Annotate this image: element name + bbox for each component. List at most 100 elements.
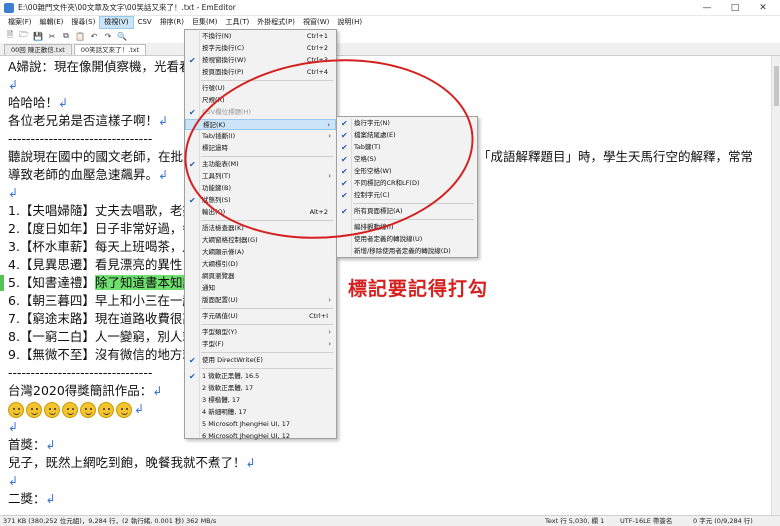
- view-menu-item[interactable]: 不換行(N) Ctrl+1: [185, 31, 336, 42]
- app-icon: [4, 2, 14, 13]
- view-menu-item[interactable]: 6 Microsoft JhengHei UI, 12: [185, 431, 336, 442]
- text-line: 1.【夫唱婦隨】丈夫去唱歌，老婆: [8, 203, 195, 218]
- text-line: 2.【度日如年】日子非常好過，每: [8, 221, 195, 236]
- status-bar: 371 KB (380,252 位元組)，9,284 行，(2 執行緒, 0.0…: [0, 515, 780, 526]
- menu-tools[interactable]: 工具(T): [222, 16, 254, 29]
- view-menu-item-label: 按字元換行(C): [202, 44, 245, 52]
- view-menu-item-label: 版面配置(U): [202, 296, 238, 304]
- search-highlight: 除了知道書本知識: [94, 275, 195, 290]
- return-mark: ↲: [8, 78, 19, 92]
- view-menu-item[interactable]: 版面配置(U) ›: [185, 295, 336, 306]
- vertical-scrollbar[interactable]: [771, 56, 780, 515]
- minimize-icon[interactable]: —: [693, 0, 721, 16]
- menu-macros[interactable]: 巨集(M): [188, 16, 222, 29]
- shortcut-label: Ctrl+2: [306, 44, 328, 52]
- view-menu-item-label: 4 新細明體, 17: [202, 408, 247, 416]
- view-menu-item-label: 不換行(N): [202, 32, 232, 40]
- new-file-icon[interactable]: 🗎: [4, 30, 16, 42]
- smiley-emoji: [80, 401, 96, 418]
- menu-view[interactable]: 檢視(V): [99, 16, 134, 29]
- view-menu-item[interactable]: 5 Microsoft JhengHei UI, 17: [185, 419, 336, 430]
- text-line: 聽說現在國中的國文老師，在批改: [8, 149, 196, 164]
- text-line: ↲: [8, 420, 19, 434]
- marks-submenu-item[interactable]: 使用者定義的轉說線(U): [337, 234, 477, 245]
- status-encoding[interactable]: UTF-16LE 帶簽名: [620, 516, 672, 526]
- text-line: --------------------------------: [8, 365, 153, 380]
- menu-bar: 檔案(F) 編輯(E) 搜尋(S) 檢視(V) CSV 排序(R) 巨集(M) …: [0, 16, 780, 29]
- submenu-arrow-icon: ›: [328, 340, 331, 348]
- checkmark-icon: ✔: [189, 56, 196, 65]
- view-menu-item[interactable]: ✔ 使用 DirectWrite(E): [185, 355, 336, 366]
- marks-submenu-item[interactable]: 新增/移除使用者定義的轉說線(D): [337, 246, 477, 257]
- text-line: 「成語解釋題目」時，學生天馬行空的解釋，常常: [478, 149, 754, 164]
- menu-window[interactable]: 視窗(W): [299, 16, 333, 29]
- menu-sort[interactable]: 排序(R): [156, 16, 188, 29]
- checkmark-icon: ✔: [189, 372, 196, 381]
- view-menu-item[interactable]: 通知: [185, 283, 336, 294]
- smiley-emoji: [8, 401, 24, 418]
- redo-icon[interactable]: ↷: [102, 31, 114, 42]
- menu-search[interactable]: 搜尋(S): [67, 16, 99, 29]
- status-position[interactable]: Text 行 5,030, 欄 1: [545, 516, 604, 526]
- view-menu-item[interactable]: ✔ 1 微軟正黑體, 16.5: [185, 371, 336, 382]
- tab-document-2[interactable]: 00笑話又來了！.txt: [73, 44, 147, 55]
- toolbar: 🗎 🗁 💾 ✂ ⧉ 📋 ↶ ↷ 🔍: [0, 29, 780, 43]
- view-menu-item[interactable]: 3 標楷體, 17: [185, 395, 336, 406]
- view-menu-item[interactable]: 網頁瀏覽器: [185, 271, 336, 282]
- close-icon[interactable]: ✕: [749, 0, 777, 16]
- view-menu-item[interactable]: 大綱標引(D): [185, 259, 336, 270]
- open-folder-icon[interactable]: 🗁: [18, 30, 30, 42]
- view-menu-item-label: 行號(U): [202, 84, 225, 92]
- marks-submenu-item-label: 新增/移除使用者定義的轉說線(D): [354, 247, 451, 255]
- tab-document-1[interactable]: 00回 陳正歡信.txt: [4, 44, 72, 55]
- menu-help[interactable]: 說明(H): [333, 16, 366, 29]
- emoji-line: ↲: [8, 400, 144, 418]
- menu-plugins[interactable]: 外掛程式(P): [253, 16, 299, 29]
- smiley-emoji: [44, 401, 60, 418]
- menu-separator: [201, 368, 333, 369]
- view-menu-item[interactable]: 2 微軟正黑體, 17: [185, 383, 336, 394]
- copy-icon[interactable]: ⧉: [60, 31, 72, 42]
- checkmark-icon: ✔: [189, 196, 196, 205]
- text-line: A婦說：現在像開偵察機，光看看: [8, 59, 192, 74]
- view-menu-item-label: 字元碼值(U): [202, 312, 238, 320]
- menu-csv[interactable]: CSV: [134, 16, 156, 29]
- text-line: 兒子，既然上網吃到飽，晚餐我就不煮了！↲: [8, 455, 256, 470]
- text-line: 4.【見異思遷】看見漂亮的異性，: [8, 257, 195, 272]
- view-menu-item[interactable]: 字型(F) ›: [185, 339, 336, 350]
- text-line: 首獎：↲: [8, 437, 56, 452]
- menu-separator: [201, 324, 333, 325]
- marks-submenu-item-label: 使用者定義的轉說線(U): [354, 235, 423, 243]
- paste-icon[interactable]: 📋: [74, 31, 86, 42]
- view-menu-item-label: 字型(F): [202, 340, 224, 348]
- view-menu-item-label: 按頁面換行(P): [202, 68, 244, 76]
- menu-separator: [201, 308, 333, 309]
- text-line: 8.【一窮二白】人一變窮，別人就: [8, 329, 195, 344]
- save-icon[interactable]: 💾: [32, 31, 44, 42]
- view-menu-item[interactable]: 字元碼值(U) Ctrl+I: [185, 311, 336, 322]
- smiley-emoji: [26, 401, 42, 418]
- cut-icon[interactable]: ✂: [46, 31, 58, 42]
- text-line: 台灣2020得獎簡訊作品：↲: [8, 383, 163, 398]
- view-menu-item[interactable]: 4 新細明體, 17: [185, 407, 336, 418]
- view-menu-item[interactable]: 字型類型(Y) ›: [185, 327, 336, 338]
- menu-file[interactable]: 檔案(F): [4, 16, 36, 29]
- undo-icon[interactable]: ↶: [88, 31, 100, 42]
- window-title: E:\00雜門文件夾\00文章及文字\00笑話又來了！.txt - EmEdit…: [18, 3, 236, 12]
- text-line: 哈哈哈！↲: [8, 95, 69, 110]
- view-menu-item-label: 6 Microsoft JhengHei UI, 12: [202, 432, 290, 440]
- scrollbar-thumb[interactable]: [774, 66, 779, 106]
- text-line: 6.【朝三暮四】早上和小三在一起: [8, 293, 195, 308]
- view-menu-item[interactable]: 大綱顯示條(A): [185, 247, 336, 258]
- shortcut-label: Ctrl+1: [306, 32, 328, 40]
- menu-edit[interactable]: 編輯(E): [36, 16, 68, 29]
- view-menu-item-label: 2 微軟正黑體, 17: [202, 384, 254, 392]
- maximize-icon[interactable]: □: [721, 0, 749, 16]
- checkmark-icon: ✔: [189, 356, 196, 365]
- checkmark-icon: ✔: [189, 108, 196, 117]
- status-selection-count: 0 字元 (0/9,284 行): [693, 517, 753, 525]
- smiley-emoji: [116, 401, 132, 418]
- search-icon[interactable]: 🔍: [116, 31, 128, 42]
- view-menu-item-label: 網頁瀏覽器: [202, 272, 235, 280]
- view-menu-item[interactable]: 按字元換行(C) Ctrl+2: [185, 43, 336, 54]
